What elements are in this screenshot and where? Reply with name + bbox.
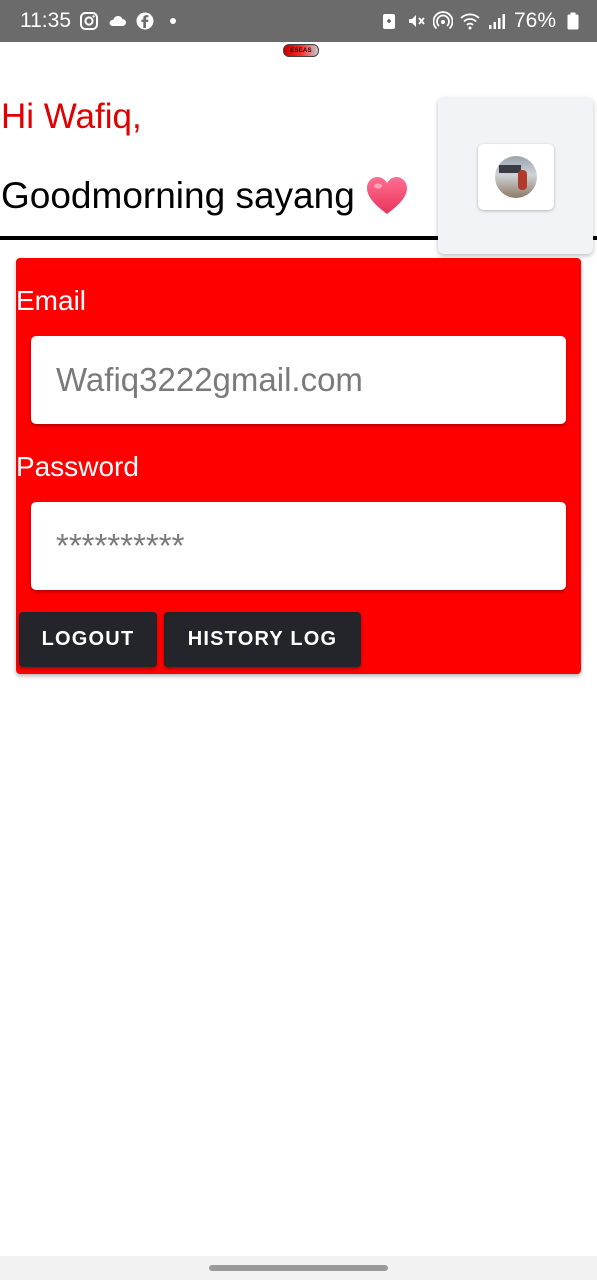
greeting-message: Goodmorning sayang <box>1 175 355 216</box>
cloud-icon <box>107 11 127 31</box>
heart-icon <box>366 177 407 214</box>
signal-icon <box>487 11 507 31</box>
dot-icon <box>163 11 183 31</box>
status-bar: 11:35 76% <box>0 0 597 42</box>
avatar-frame[interactable] <box>478 144 554 210</box>
greeting-title: Hi Wafiq, <box>1 97 142 136</box>
app-screen: 11:35 76% ESEAS Hi Wafiq, Goodmorning sa… <box>0 0 597 1280</box>
app-logo-text: ESEAS <box>290 47 312 54</box>
email-label: Email <box>16 285 87 316</box>
password-field[interactable] <box>31 502 566 590</box>
greeting-message-row: Goodmorning sayang <box>1 175 409 217</box>
password-label: Password <box>16 451 139 482</box>
avatar[interactable] <box>495 156 537 198</box>
mute-icon <box>406 11 426 31</box>
battery-saver-icon <box>379 11 399 31</box>
email-field[interactable] <box>31 336 566 424</box>
account-form-card: Email Password LOGOUT HISTORY LOG <box>16 258 581 674</box>
battery-percentage: 76% <box>513 9 556 32</box>
status-right: 76% <box>379 9 583 33</box>
battery-icon <box>563 11 583 31</box>
logout-button[interactable]: LOGOUT <box>19 612 157 667</box>
status-time: 11:35 <box>20 9 71 32</box>
facebook-icon <box>135 11 155 31</box>
hotspot-icon <box>432 11 453 31</box>
instagram-icon <box>79 11 99 31</box>
status-left: 11:35 <box>20 9 183 33</box>
wifi-icon <box>460 11 480 31</box>
app-logo: ESEAS <box>283 44 319 57</box>
home-indicator[interactable] <box>209 1265 388 1271</box>
history-log-button[interactable]: HISTORY LOG <box>164 612 361 667</box>
profile-card[interactable] <box>438 97 593 254</box>
